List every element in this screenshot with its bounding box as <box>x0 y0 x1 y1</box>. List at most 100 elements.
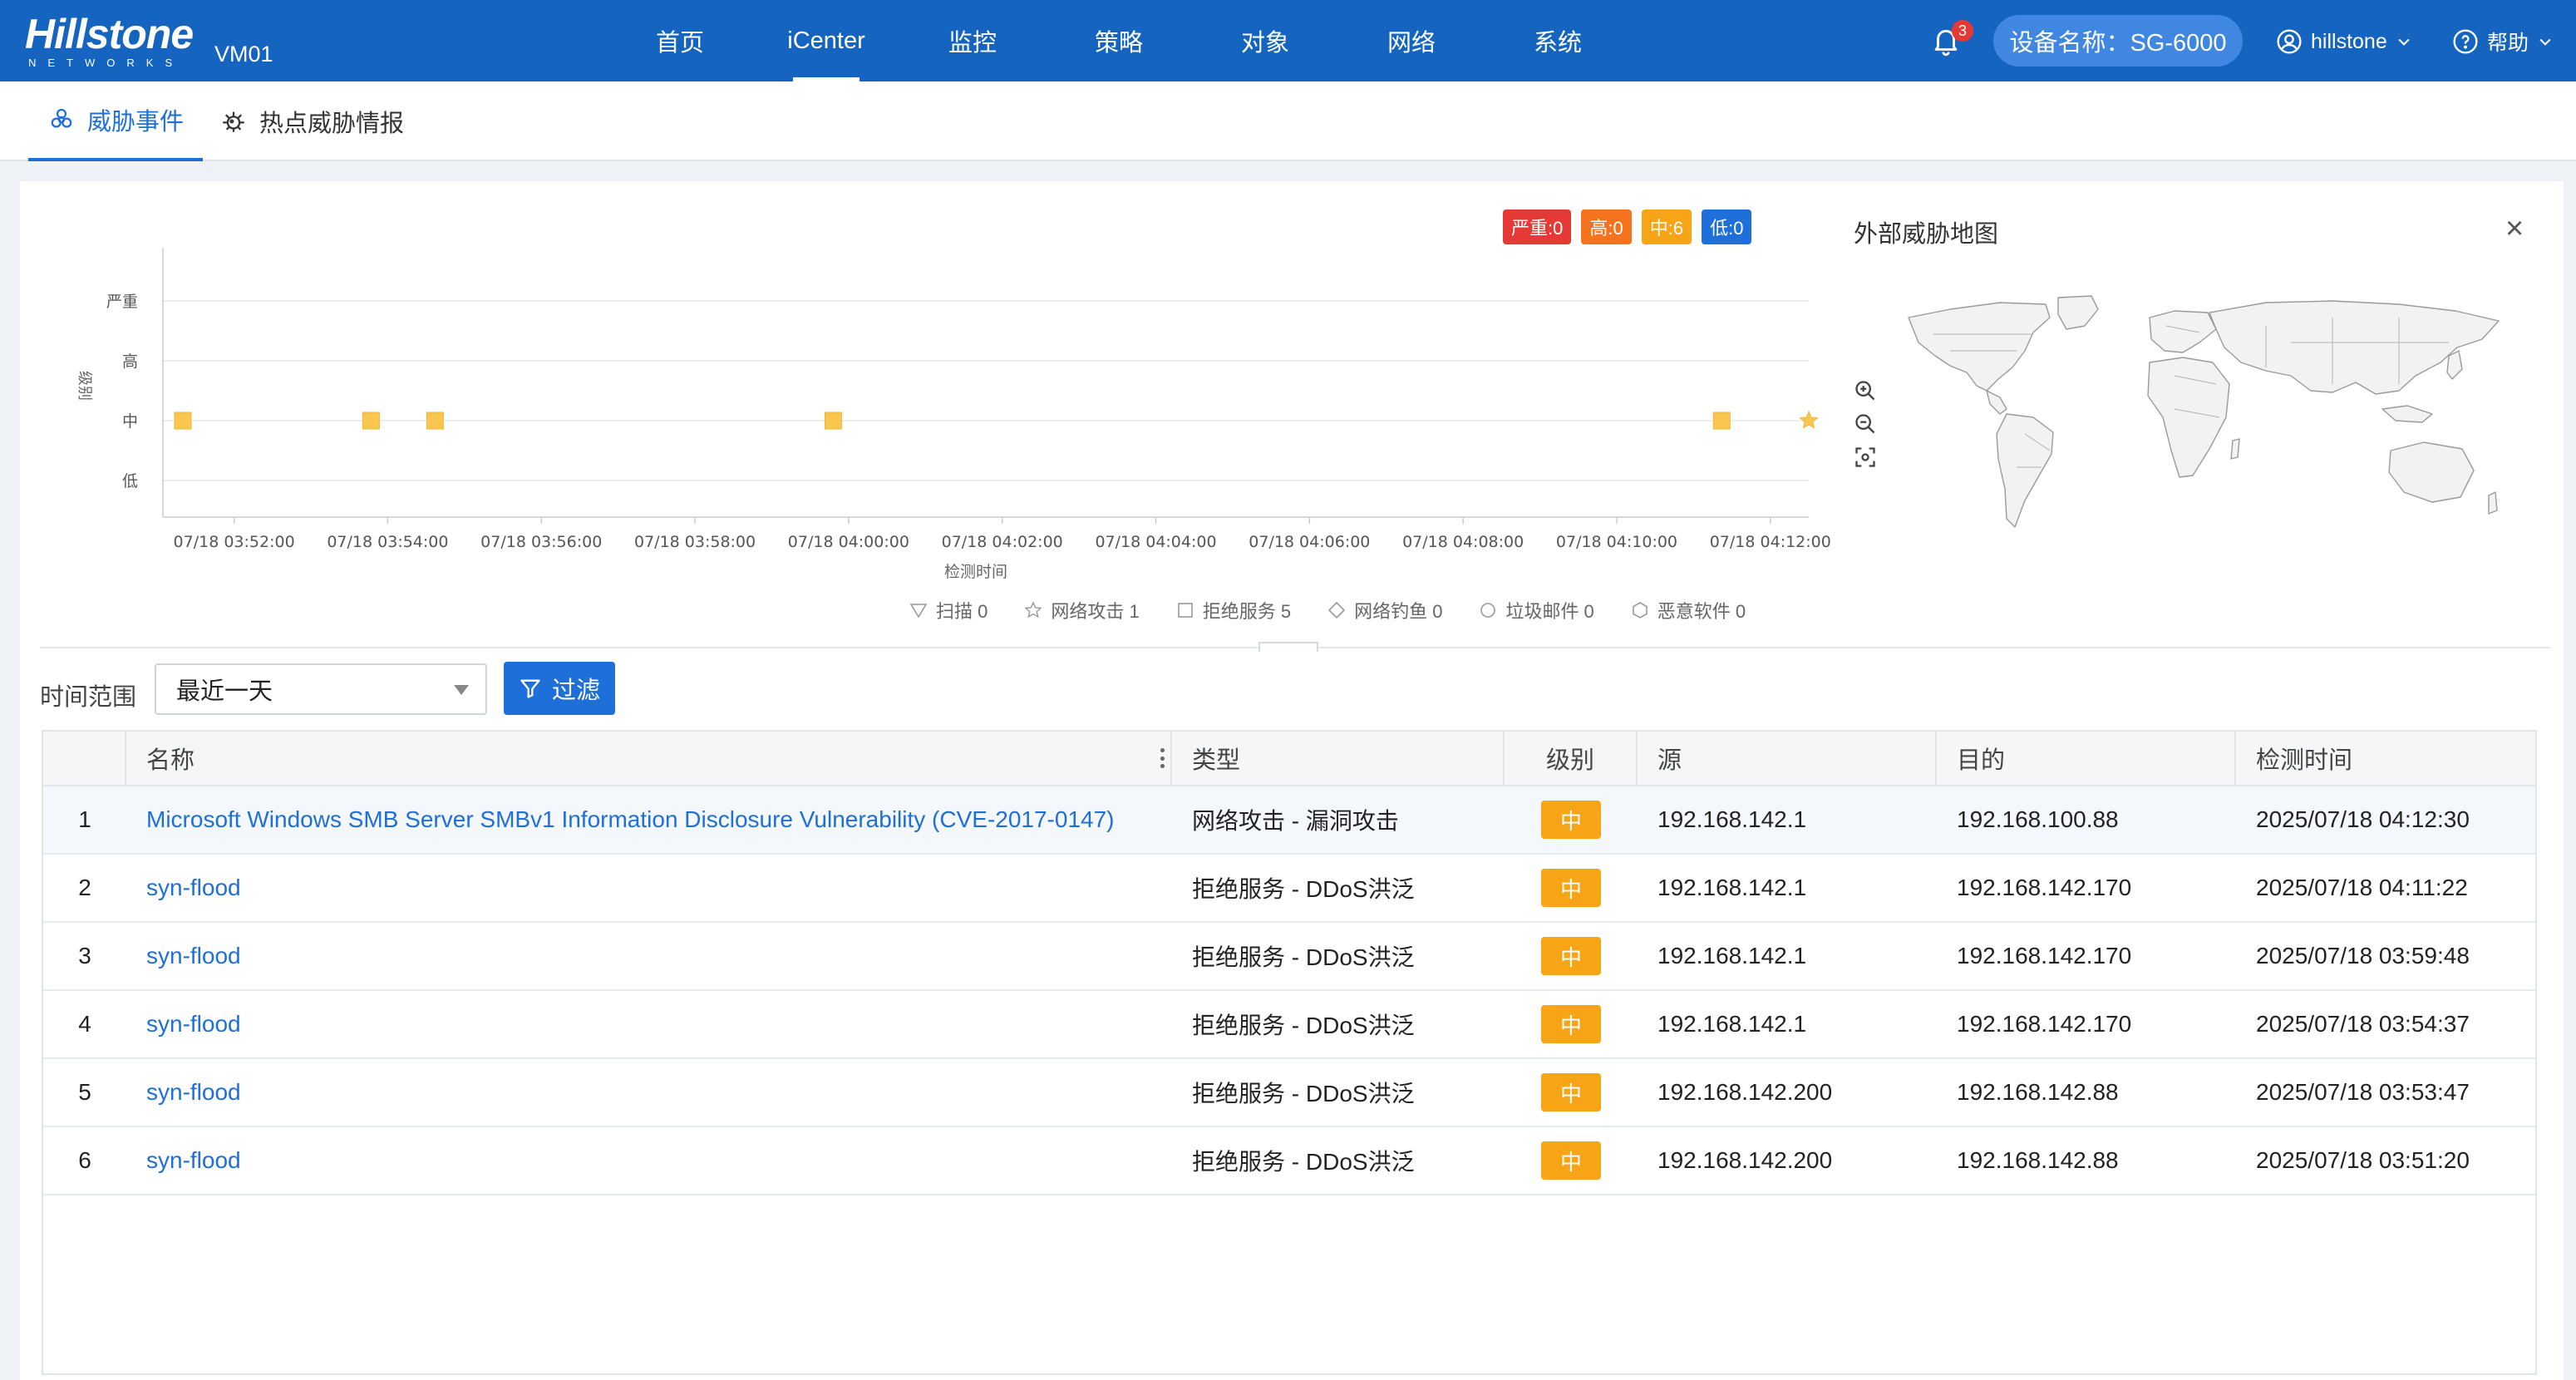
tab-threat-events[interactable]: 威胁事件 <box>28 81 203 161</box>
event-name-link[interactable]: Microsoft Windows SMB Server SMBv1 Infor… <box>126 786 1172 853</box>
chevron-down-icon <box>2398 38 2410 46</box>
nav-monitor[interactable]: 监控 <box>899 0 1046 81</box>
x-tick-label: 07/18 04:02:00 <box>942 533 1063 551</box>
tab-label: 热点威胁情报 <box>259 111 405 137</box>
table-row[interactable]: 4 syn-flood 拒绝服务 - DDoS洪泛 中 192.168.142.… <box>43 991 2535 1059</box>
logo-subtext: NETWORKS <box>28 57 185 69</box>
table-row[interactable]: 1 Microsoft Windows SMB Server SMBv1 Inf… <box>43 786 2535 855</box>
level-cell: 中 <box>1505 923 1638 989</box>
level-cell: 中 <box>1505 855 1638 921</box>
legend-label: 扫描 0 <box>936 601 988 622</box>
world-map[interactable] <box>1900 293 2515 534</box>
legend-dos[interactable]: 拒绝服务 5 <box>1176 597 1291 623</box>
col-destination-header[interactable]: 目的 <box>1937 732 2236 785</box>
event-type: 网络攻击 - 漏洞攻击 <box>1192 808 1399 834</box>
event-type: 拒绝服务 - DDoS洪泛 <box>1192 944 1415 970</box>
col-source-header[interactable]: 源 <box>1638 732 1937 785</box>
table-row[interactable]: 2 syn-flood 拒绝服务 - DDoS洪泛 中 192.168.142.… <box>43 855 2535 923</box>
event-name-link[interactable]: syn-flood <box>126 1127 1172 1194</box>
data-point-square <box>1712 412 1731 430</box>
reset-view-icon[interactable] <box>1854 446 1877 469</box>
event-name-link[interactable]: syn-flood <box>126 1059 1172 1126</box>
event-name-link[interactable]: syn-flood <box>126 855 1172 921</box>
row-index: 3 <box>78 943 91 968</box>
col-name-header[interactable]: 名称 <box>126 732 1172 785</box>
row-index: 6 <box>78 1147 91 1173</box>
filter-button-label: 过滤 <box>551 678 600 704</box>
nav-policy[interactable]: 策略 <box>1046 0 1192 81</box>
event-type: 拒绝服务 - DDoS洪泛 <box>1192 876 1415 902</box>
destination-ip: 192.168.142.170 <box>1957 875 2132 900</box>
logo-text: Hillstone <box>25 11 194 57</box>
nav-home[interactable]: 首页 <box>607 0 753 81</box>
zoom-in-icon[interactable] <box>1854 379 1877 402</box>
col-index-header <box>43 732 126 785</box>
col-level-header[interactable]: 级别 <box>1505 732 1638 785</box>
time-range-value: 最近一天 <box>176 678 273 705</box>
username: hillstone <box>2311 29 2387 53</box>
user-menu[interactable]: hillstone <box>2276 25 2412 58</box>
help-menu[interactable]: 帮助 <box>2452 25 2554 58</box>
nav-system[interactable]: 系统 <box>1485 0 1631 81</box>
chevron-down-icon <box>2539 38 2551 46</box>
col-time-header[interactable]: 检测时间 <box>2236 732 2535 785</box>
severity-low-badge[interactable]: 低:0 <box>1702 209 1752 244</box>
legend-label: 网络钓鱼 0 <box>1354 601 1443 622</box>
notification-badge: 3 <box>1952 20 1973 42</box>
zoom-out-icon[interactable] <box>1854 412 1877 436</box>
x-tick-label: 07/18 04:12:00 <box>1710 533 1831 551</box>
destination-ip: 192.168.142.170 <box>1957 943 2132 968</box>
source-ip: 192.168.142.200 <box>1657 1079 1833 1105</box>
hexagon-icon <box>1632 602 1648 619</box>
level-cell: 中 <box>1505 1127 1638 1194</box>
legend-spam[interactable]: 垃圾邮件 0 <box>1479 597 1594 623</box>
table-row[interactable]: 5 syn-flood 拒绝服务 - DDoS洪泛 中 192.168.142.… <box>43 1059 2535 1127</box>
data-point-square <box>824 412 842 430</box>
x-tick-label: 07/18 03:58:00 <box>634 533 756 551</box>
close-icon[interactable]: × <box>2505 211 2524 247</box>
hillstone-logo[interactable]: Hillstone NETWORKS <box>25 11 194 69</box>
top-navbar: Hillstone NETWORKS VM01 首页 iCenter 监控 策略… <box>0 0 2576 81</box>
chart-legend: 扫描 0 网络攻击 1 拒绝服务 5 网络钓鱼 0 垃圾邮件 0 恶意软件 0 <box>909 597 1746 623</box>
legend-malware[interactable]: 恶意软件 0 <box>1631 597 1746 623</box>
nav-object[interactable]: 对象 <box>1192 0 1338 81</box>
row-index: 1 <box>78 806 91 832</box>
detect-time: 2025/07/18 03:53:47 <box>2256 1079 2470 1105</box>
severity-critical-badge[interactable]: 严重:0 <box>1503 209 1572 244</box>
nav-icenter[interactable]: iCenter <box>753 0 899 81</box>
y-axis-title: 级别 <box>76 371 93 401</box>
table-row[interactable]: 6 syn-flood 拒绝服务 - DDoS洪泛 中 192.168.142.… <box>43 1127 2535 1195</box>
resize-handle[interactable] <box>1258 642 1318 652</box>
col-type-header[interactable]: 类型 <box>1172 732 1505 785</box>
severity-badges: 严重:0 高:0 中:6 低:0 <box>1503 209 1752 244</box>
x-tick-label: 07/18 03:52:00 <box>174 533 295 551</box>
source-ip: 192.168.142.1 <box>1657 1011 1807 1037</box>
destination-ip: 192.168.142.88 <box>1957 1147 2119 1173</box>
severity-medium-badge[interactable]: 中:6 <box>1641 209 1692 244</box>
table-row[interactable]: 3 syn-flood 拒绝服务 - DDoS洪泛 中 192.168.142.… <box>43 923 2535 991</box>
event-name-link[interactable]: syn-flood <box>126 991 1172 1057</box>
header-label: 目的 <box>1957 747 2006 774</box>
x-tick-label: 07/18 04:04:00 <box>1095 533 1216 551</box>
data-point-square <box>362 412 380 430</box>
column-menu-icon[interactable] <box>1159 748 1165 768</box>
severity-high-badge[interactable]: 高:0 <box>1581 209 1632 244</box>
row-index: 2 <box>78 875 91 900</box>
header-label: 检测时间 <box>2256 747 2353 774</box>
x-tick-label: 07/18 03:54:00 <box>327 533 448 551</box>
circle-icon <box>1480 603 1496 618</box>
main-nav: 首页 iCenter 监控 策略 对象 网络 系统 <box>607 0 1631 81</box>
tab-label: 威胁事件 <box>86 109 184 136</box>
detect-time: 2025/07/18 03:59:48 <box>2256 943 2470 968</box>
legend-phishing[interactable]: 网络钓鱼 0 <box>1327 597 1442 623</box>
legend-scan[interactable]: 扫描 0 <box>909 597 988 623</box>
event-name-link[interactable]: syn-flood <box>126 923 1172 989</box>
tab-hot-threat-intel[interactable]: 热点威胁情报 <box>219 81 404 161</box>
level-chip: 中 <box>1541 801 1601 839</box>
source-ip: 192.168.142.200 <box>1657 1147 1833 1173</box>
filter-button[interactable]: 过滤 <box>504 662 615 715</box>
time-range-select[interactable]: 最近一天 <box>155 663 487 715</box>
legend-network-attack[interactable]: 网络攻击 1 <box>1024 597 1140 623</box>
nav-network[interactable]: 网络 <box>1338 0 1485 81</box>
level-cell: 中 <box>1505 1059 1638 1126</box>
